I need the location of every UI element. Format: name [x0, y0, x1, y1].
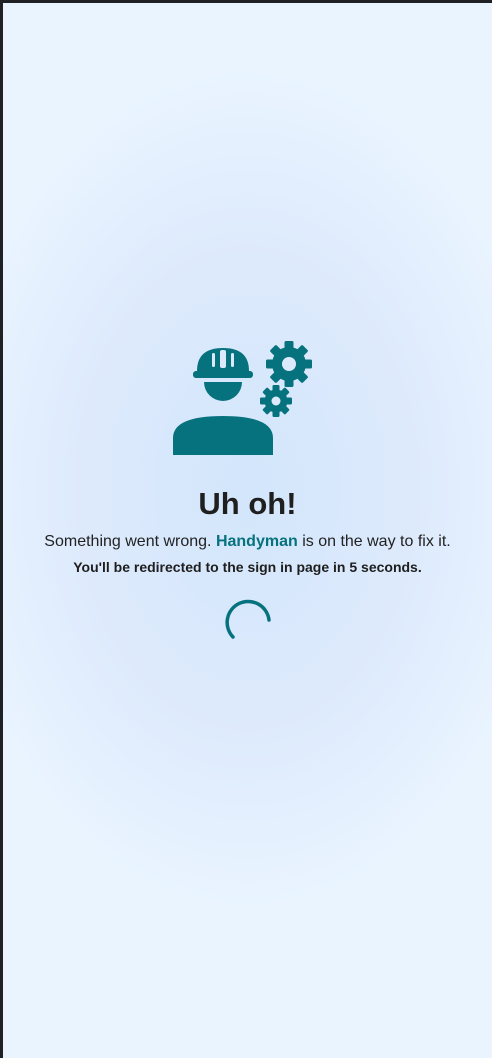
error-panel: Uh oh! Something went wrong. Handyman is…: [3, 338, 492, 646]
message-text-end: is on the way to fix it.: [297, 533, 451, 550]
redirect-text-start: You'll be redirected to the sign in page…: [73, 559, 350, 575]
redirect-text-end: seconds.: [357, 559, 422, 575]
redirect-countdown: 5: [349, 559, 358, 575]
page-background: Uh oh! Something went wrong. Handyman is…: [3, 3, 492, 1058]
brand-name: Handyman: [215, 533, 298, 550]
redirect-notice: You'll be redirected to the sign in page…: [3, 558, 492, 576]
message-text-start: Something went wrong.: [44, 533, 216, 550]
worker-with-gears-icon: [172, 341, 312, 455]
error-message: Something went wrong. Handyman is on the…: [3, 532, 492, 552]
loading-spinner-icon: [224, 599, 271, 639]
page-title: Uh oh!: [198, 486, 297, 521]
